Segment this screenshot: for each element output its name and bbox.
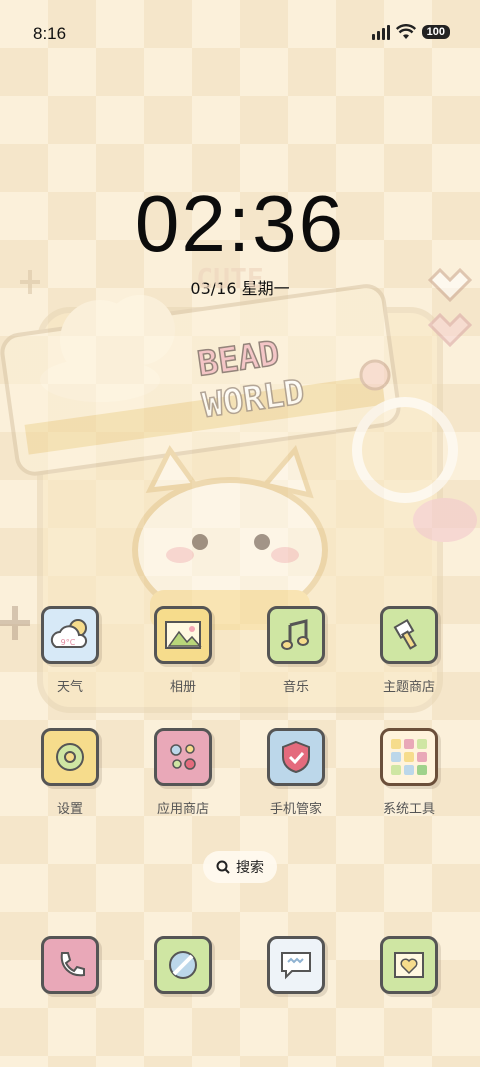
dock-photo-frame[interactable] [369, 936, 449, 994]
app-gallery[interactable]: 相册 [143, 606, 223, 695]
app-label: 手机管家 [269, 802, 322, 817]
messages-icon [267, 936, 325, 994]
dock-messages[interactable] [256, 936, 336, 994]
weather-temp: 9°C [61, 638, 76, 647]
weather-icon: 9°C [41, 606, 99, 664]
app-app-store[interactable]: 应用商店 [143, 728, 223, 817]
app-system-tools[interactable]: 系统工具 [369, 728, 449, 817]
music-icon [267, 606, 325, 664]
dock-phone[interactable] [30, 936, 110, 994]
app-label: 相册 [169, 680, 196, 695]
search-label: 搜索 [236, 860, 264, 876]
app-weather[interactable]: 9°C 天气 [30, 606, 110, 695]
phone-icon [41, 936, 99, 994]
battery-icon: 100 [421, 25, 450, 39]
app-label: 设置 [56, 802, 83, 817]
wallpaper-word-cute: CUTE [196, 262, 263, 295]
search-button[interactable]: 搜索 [203, 851, 277, 883]
app-settings[interactable]: 设置 [30, 728, 110, 817]
signal-icon [371, 24, 390, 40]
wifi-icon [395, 24, 416, 39]
status-time: 8:16 [33, 24, 67, 43]
app-label: 天气 [56, 680, 83, 695]
gallery-icon [154, 606, 212, 664]
app-store-icon [154, 728, 212, 786]
dock-browser[interactable] [143, 936, 223, 994]
photo-frame-icon [380, 936, 438, 994]
search-icon [216, 860, 230, 874]
app-label: 系统工具 [382, 802, 435, 817]
status-icons: 100 [371, 24, 450, 40]
status-bar: 8:16 100 [0, 0, 480, 68]
app-label: 主题商店 [382, 680, 435, 695]
app-label: 应用商店 [156, 802, 209, 817]
app-music[interactable]: 音乐 [256, 606, 336, 695]
app-theme-store[interactable]: 主题商店 [369, 606, 449, 695]
app-phone-manager[interactable]: 手机管家 [256, 728, 336, 817]
theme-store-icon [380, 606, 438, 664]
app-label: 音乐 [282, 680, 309, 695]
phone-manager-icon [267, 728, 325, 786]
settings-icon [41, 728, 99, 786]
system-tools-icon [380, 728, 438, 786]
browser-icon [154, 936, 212, 994]
